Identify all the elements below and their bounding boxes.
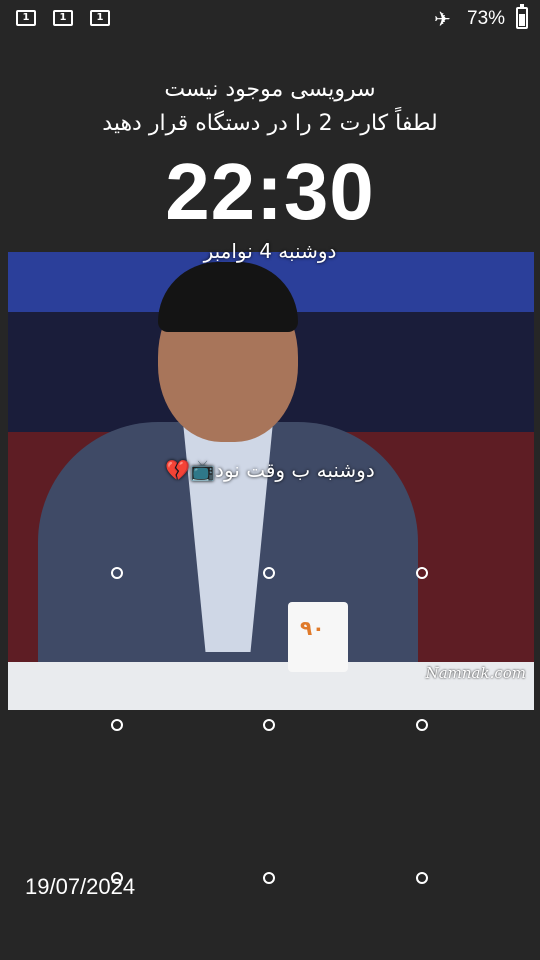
sim-slot-3-icon: 1 bbox=[90, 10, 110, 26]
pattern-dot-6[interactable] bbox=[416, 719, 428, 731]
pattern-dot-1[interactable] bbox=[111, 567, 123, 579]
lockscreen-date: دوشنبه 4 نوامبر bbox=[203, 239, 337, 263]
pattern-dot-5[interactable] bbox=[263, 719, 275, 731]
owner-info-text: دوشنبه ب وقت نود📺💔 bbox=[165, 458, 375, 482]
battery-percentage: 73% bbox=[467, 8, 506, 29]
pattern-dot-9[interactable] bbox=[416, 872, 428, 884]
status-bar: 1 1 1 ✈ 73% bbox=[0, 0, 540, 40]
sim-slot-1-icon: 1 bbox=[16, 10, 36, 26]
battery-level-fill bbox=[519, 14, 525, 26]
insert-sim-message: لطفاً کارت 2 را در دستگاه قرار دهید bbox=[102, 111, 438, 136]
lockscreen-clock: 22:30 bbox=[165, 147, 375, 236]
pattern-dot-2[interactable] bbox=[263, 567, 275, 579]
no-service-message: سرویسی موجود نیست bbox=[164, 77, 376, 102]
pattern-dot-8[interactable] bbox=[263, 872, 275, 884]
mug-logo: ۹۰ bbox=[300, 616, 325, 640]
watermark: Namnak.com bbox=[425, 664, 526, 682]
pattern-dot-3[interactable] bbox=[416, 567, 428, 579]
mug: ۹۰ bbox=[288, 602, 348, 672]
footer-date: 19/07/2024 bbox=[25, 874, 136, 899]
pattern-dot-4[interactable] bbox=[111, 719, 123, 731]
battery-icon bbox=[516, 4, 528, 29]
sim-slot-2-icon: 1 bbox=[53, 10, 73, 26]
airplane-mode-icon: ✈ bbox=[434, 7, 451, 31]
